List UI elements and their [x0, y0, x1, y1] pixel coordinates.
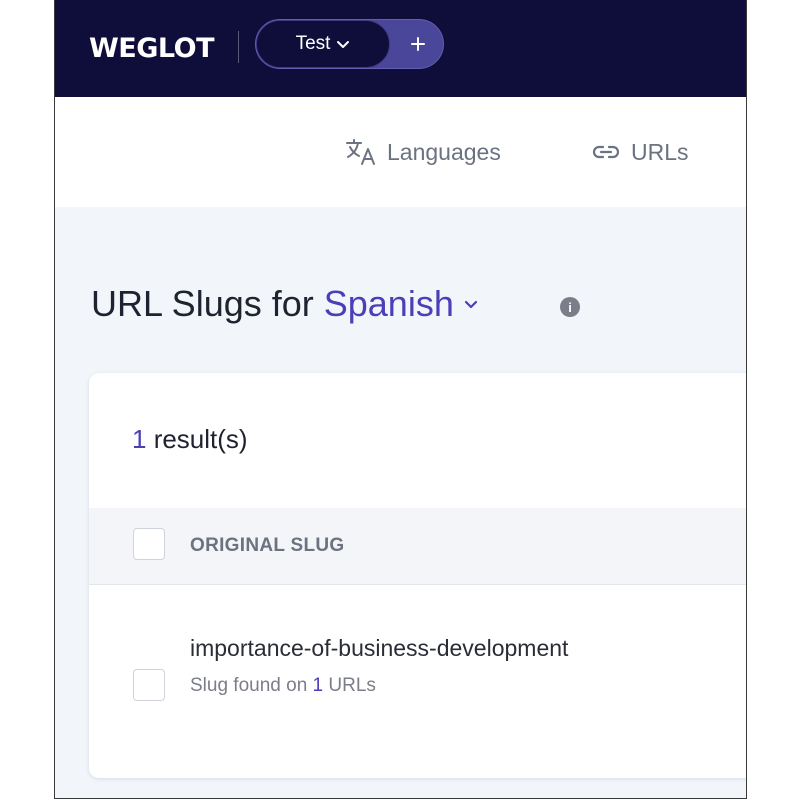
language-select[interactable]: Spanish	[324, 283, 480, 325]
add-project-button[interactable]	[390, 20, 445, 68]
plus-icon	[410, 37, 425, 51]
result-count-label: result(s)	[146, 424, 248, 454]
logo-divider	[238, 31, 239, 63]
result-count: 1 result(s)	[132, 424, 248, 455]
project-name: Test	[295, 33, 331, 54]
weglot-logo[interactable]: WEGLOT	[89, 33, 215, 64]
project-switcher: Test	[255, 19, 444, 69]
chevron-down-icon	[337, 41, 350, 48]
app-window: WEGLOT Test Languages URLs URL Slugs for…	[54, 0, 747, 799]
slug-meta-count[interactable]: 1	[313, 675, 324, 696]
page-title: URL Slugs for Spanish	[91, 283, 480, 325]
language-select-value: Spanish	[323, 283, 454, 324]
slug-url-count: Slug found on 1 URLs	[190, 675, 376, 697]
chevron-down-icon	[464, 300, 477, 309]
row-checkbox[interactable]	[133, 669, 165, 701]
select-all-checkbox[interactable]	[133, 528, 165, 560]
nav-tab-languages-label: Languages	[387, 138, 501, 165]
result-count-number: 1	[132, 424, 147, 454]
translate-icon	[346, 139, 375, 165]
column-header-original-slug: ORIGINAL SLUG	[190, 535, 345, 556]
nav-tab-urls-label: URLs	[631, 138, 689, 165]
page-title-prefix: URL Slugs for	[91, 283, 314, 324]
nav-tab-urls[interactable]: URLs	[591, 137, 689, 167]
info-icon[interactable]: i	[560, 297, 580, 317]
nav-tab-languages[interactable]: Languages	[345, 137, 501, 167]
top-bar: WEGLOT Test	[55, 0, 746, 97]
table-header: ORIGINAL SLUG	[89, 508, 746, 585]
slugs-card: 1 result(s) ORIGINAL SLUG importance-of-…	[89, 373, 746, 778]
slug-meta-prefix: Slug found on	[190, 675, 313, 696]
nav-bar: Languages URLs	[55, 97, 746, 207]
slug-meta-suffix: URLs	[323, 675, 376, 696]
link-icon	[592, 145, 620, 159]
project-select-button[interactable]: Test	[256, 20, 390, 68]
slug-text[interactable]: importance-of-business-development	[190, 635, 568, 662]
